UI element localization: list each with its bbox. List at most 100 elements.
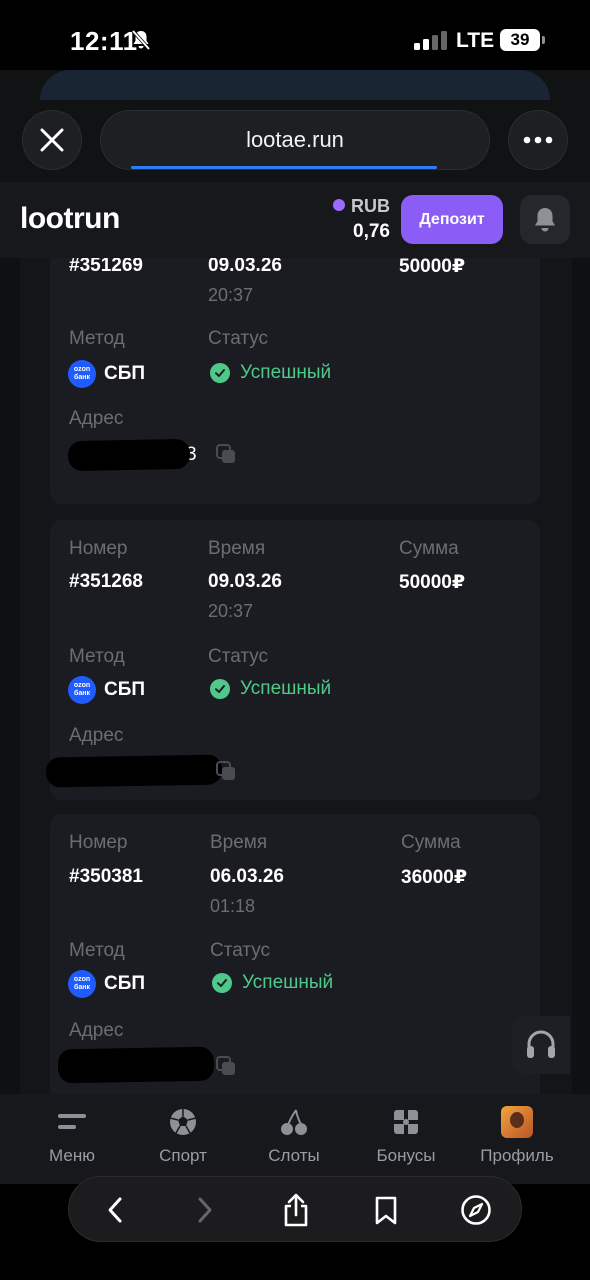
close-icon <box>40 128 64 152</box>
silent-mode-icon <box>131 29 151 51</box>
deposit-button[interactable]: Депозит <box>401 195 503 244</box>
method-name: СБП <box>104 679 146 700</box>
bookmarks-button[interactable] <box>363 1187 409 1233</box>
transaction-card: Номер Время Сумма #351269 09.03.26 20:37… <box>50 258 540 504</box>
status-label: Статус <box>208 328 269 349</box>
transaction-time: 20:37 <box>208 285 254 305</box>
nav-label: Профиль <box>480 1146 554 1165</box>
nav-sport[interactable]: Спорт <box>133 1104 233 1166</box>
address-label: Адрес <box>69 725 124 746</box>
notifications-button[interactable] <box>520 195 570 244</box>
balance-currency: RUB <box>330 196 390 217</box>
transaction-amount: 36000₽ <box>401 867 468 888</box>
status-label: Статус <box>208 646 269 667</box>
nav-label: Спорт <box>159 1146 207 1165</box>
transaction-amount: 50000₽ <box>399 572 466 593</box>
status-badge: Успешный <box>210 678 331 700</box>
share-icon <box>284 1193 308 1227</box>
ozon-bank-logo: ozon банк <box>68 360 96 388</box>
check-circle-icon <box>210 679 230 699</box>
tab-preview <box>40 70 550 100</box>
transaction-time: 20:37 <box>208 601 254 621</box>
more-dots-icon <box>523 136 553 144</box>
balance-widget[interactable]: RUB 0,76 <box>330 196 390 243</box>
headset-icon <box>527 1030 555 1058</box>
method-label: Метод <box>69 646 125 667</box>
battery-indicator: 39 <box>500 29 545 51</box>
nav-profile[interactable]: Профиль <box>467 1104 567 1166</box>
lootrun-logo[interactable]: lootrun <box>20 202 120 236</box>
menu-icon <box>58 1114 86 1129</box>
transaction-number: #351268 <box>69 571 143 592</box>
page-load-progress <box>131 166 437 169</box>
nav-slots[interactable]: Слоты <box>244 1104 344 1166</box>
status-text: Успешный <box>240 678 332 699</box>
compass-button[interactable] <box>453 1187 499 1233</box>
more-options-button[interactable] <box>508 110 568 170</box>
toolbar-pill <box>68 1176 522 1242</box>
close-button[interactable] <box>22 110 82 170</box>
address-label: Адрес <box>69 1020 124 1041</box>
chevron-right-icon <box>198 1197 212 1223</box>
cherries-icon <box>281 1109 307 1135</box>
transaction-number: #351269 <box>69 258 143 276</box>
status-badge: Успешный <box>210 362 331 384</box>
amount-label: Сумма <box>399 538 459 559</box>
avatar <box>501 1106 533 1138</box>
share-button[interactable] <box>273 1187 319 1233</box>
redacted-address <box>45 754 223 788</box>
transaction-amount: 50000₽ <box>399 258 466 277</box>
soccer-ball-icon <box>169 1109 197 1135</box>
back-button[interactable] <box>92 1187 138 1233</box>
nav-label: Бонусы <box>376 1146 436 1165</box>
transaction-number: #350381 <box>69 866 143 887</box>
copy-icon[interactable] <box>215 1055 237 1077</box>
transaction-card: Номер Время Сумма #351268 09.03.26 20:37… <box>45 520 540 800</box>
site-header: lootrun RUB 0,76 Депозит <box>0 182 590 258</box>
redacted-address <box>67 438 191 472</box>
status-label: Статус <box>210 940 271 961</box>
transaction-date: 06.03.26 <box>210 866 284 887</box>
transaction-date: 09.03.26 <box>208 571 282 592</box>
number-label: Номер <box>69 538 128 559</box>
nav-menu[interactable]: Меню <box>22 1104 122 1166</box>
status-text: Успешный <box>240 362 332 383</box>
browser-top-bar: lootae.run <box>0 70 590 182</box>
address-label: Адрес <box>69 408 124 429</box>
time-label: Время <box>210 832 268 853</box>
address-bar[interactable]: lootae.run <box>100 110 490 170</box>
status-badge: Успешный <box>212 972 333 994</box>
redacted-address <box>57 1046 215 1084</box>
payment-method: ozon банк СБП <box>68 360 145 388</box>
network-type: LTE <box>456 29 495 52</box>
cellular-signal-icon <box>414 30 447 50</box>
gift-icon <box>394 1110 418 1134</box>
time-label: Время <box>208 538 266 559</box>
transaction-card: Номер Время Сумма #350381 06.03.26 01:18… <box>50 814 540 1094</box>
method-name: СБП <box>104 363 146 384</box>
transaction-date: 09.03.26 <box>208 258 282 276</box>
method-label: Метод <box>69 328 125 349</box>
payment-method: ozon банк СБП <box>68 676 145 704</box>
status-time: 12:11 <box>70 26 138 56</box>
amount-label: Сумма <box>401 832 461 853</box>
chevron-left-icon <box>108 1197 122 1223</box>
check-circle-icon <box>210 363 230 383</box>
bottom-navigation: Меню Спорт Слоты Бонусы Профиль <box>0 1094 590 1184</box>
nav-bonuses[interactable]: Бонусы <box>356 1104 456 1166</box>
check-circle-icon <box>212 973 232 993</box>
bell-icon <box>535 207 555 231</box>
transactions-list[interactable]: Номер Время Сумма #351269 09.03.26 20:37… <box>0 258 590 1094</box>
url-text: lootae.run <box>246 127 344 152</box>
nav-label: Слоты <box>268 1146 320 1165</box>
forward-button[interactable] <box>182 1187 228 1233</box>
ozon-bank-logo: ozon банк <box>68 970 96 998</box>
method-label: Метод <box>69 940 125 961</box>
status-bar: 12:11 LTE 39 <box>0 0 590 80</box>
payment-method: ozon банк СБП <box>68 970 145 998</box>
copy-icon[interactable] <box>215 443 237 465</box>
bookmark-icon <box>375 1196 397 1225</box>
method-name: СБП <box>104 973 146 994</box>
support-button[interactable] <box>512 1016 570 1074</box>
copy-icon[interactable] <box>215 760 237 782</box>
